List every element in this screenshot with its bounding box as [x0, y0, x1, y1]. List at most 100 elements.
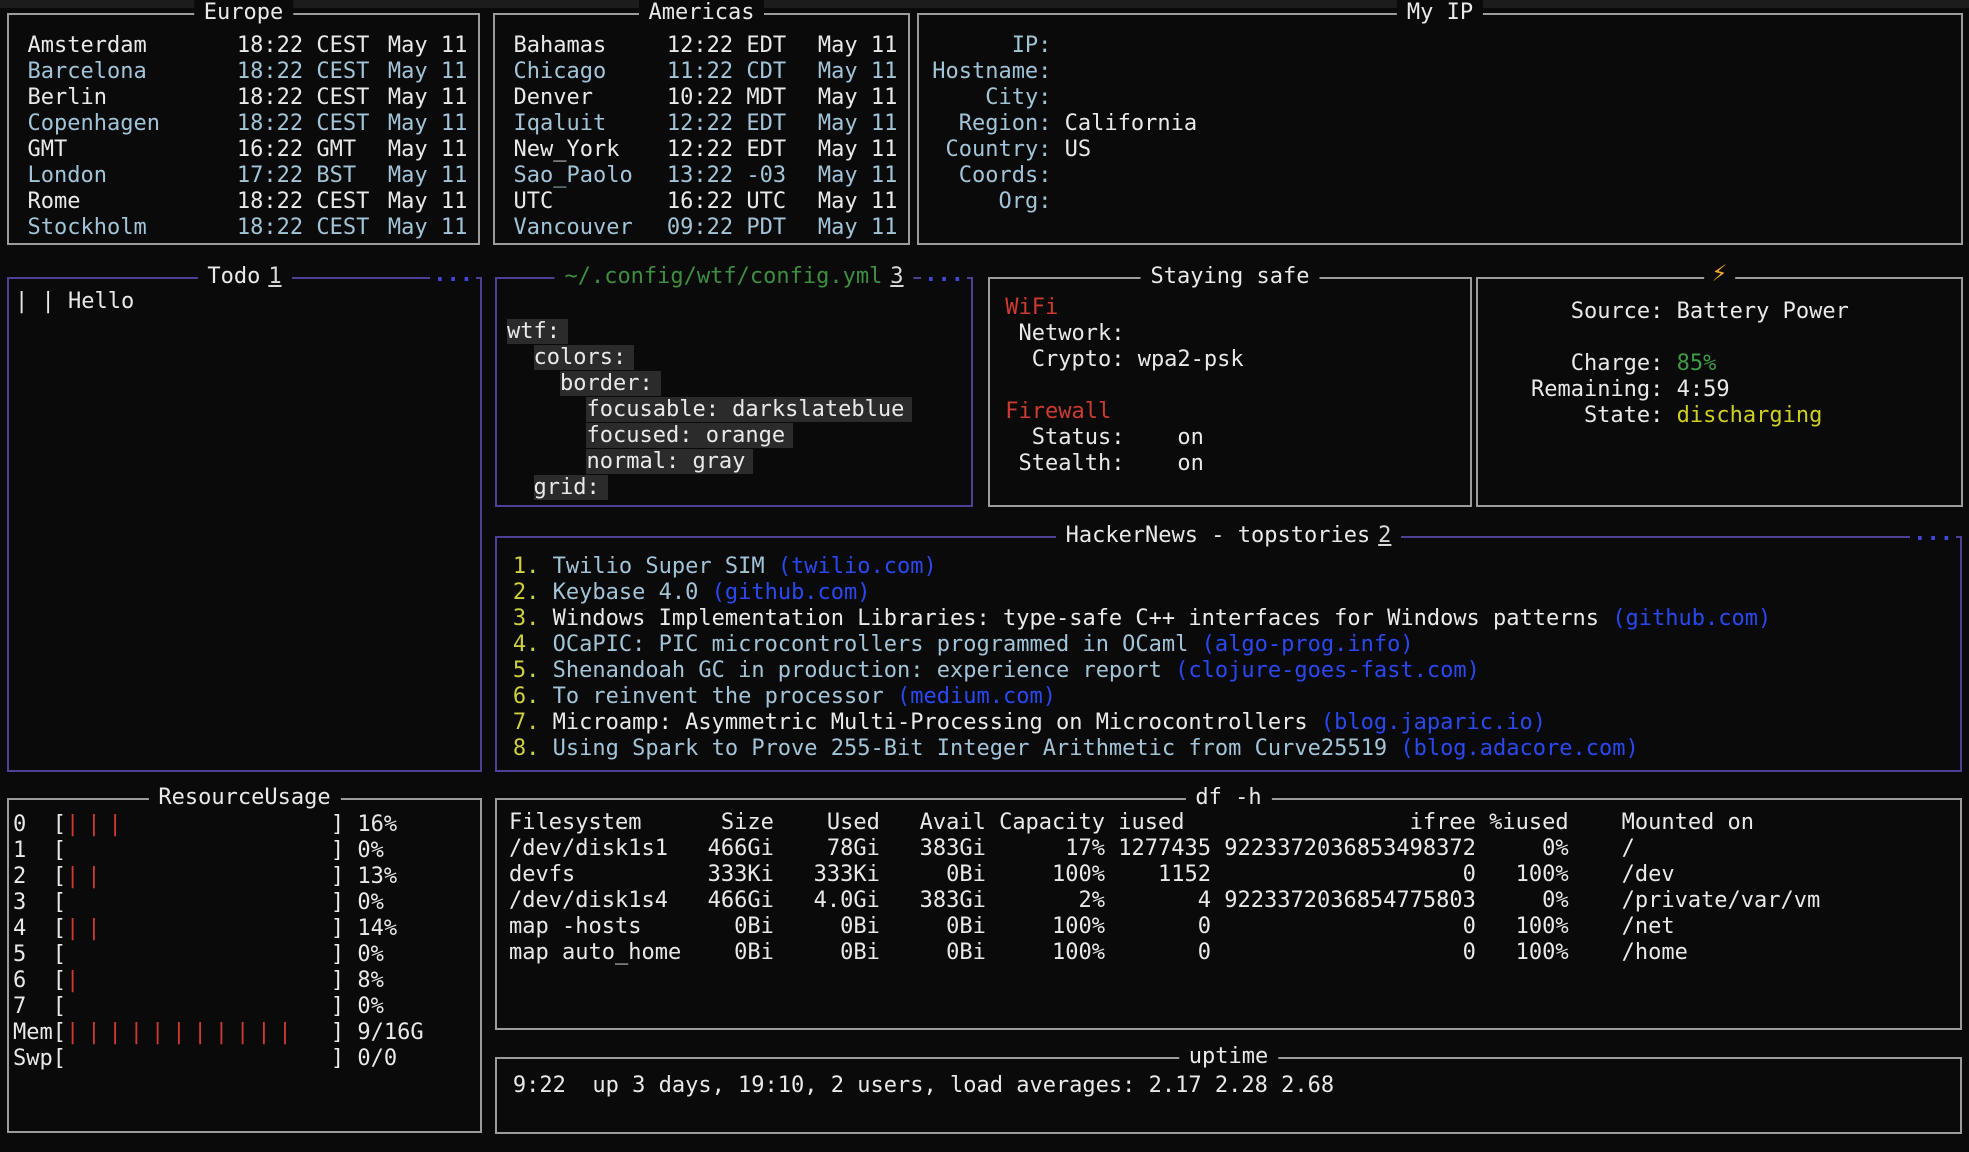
security-line: Crypto: wpa2-psk: [992, 347, 1470, 373]
clock-city: Sao_Paolo: [495, 163, 667, 189]
story-domain-link[interactable]: (twilio.com): [778, 554, 937, 579]
config-file-panel[interactable]: ~/.config/wtf/config.yml3 ... wtf: color…: [495, 277, 973, 507]
my-ip-field-label: Org:: [919, 189, 1051, 215]
todo-panel[interactable]: Todo1 ... | | Hello: [7, 277, 482, 772]
hackernews-story[interactable]: 7. Microamp: Asymmetric Multi-Processing…: [497, 710, 1960, 736]
story-domain-link[interactable]: (medium.com): [897, 684, 1056, 709]
story-domain-link[interactable]: (blog.japaric.io): [1321, 710, 1546, 735]
clock-date: May 11: [818, 111, 900, 137]
clock-row: Barcelona 18:22 CEST May 11: [9, 59, 478, 85]
clock-timezone: CEST: [316, 59, 372, 85]
clock-timezone: GMT: [316, 137, 372, 163]
disk-usage-panel: df -h Filesystem Size Used Avail Capacit…: [495, 798, 1962, 1030]
story-title: OCaPIC: PIC microcontrollers programmed …: [553, 632, 1202, 657]
panel-title-hackernews: HackerNews - topstories2: [1056, 523, 1402, 549]
story-domain-link[interactable]: (clojure-goes-fast.com): [1175, 658, 1480, 683]
battery-row: Source: Battery Power: [1478, 299, 1961, 325]
config-indent: [507, 449, 586, 474]
gauge-label: 7: [13, 994, 53, 1020]
panel-title-europe: Europe: [194, 0, 293, 26]
disk-usage-line: map -hosts 0Bi 0Bi 0Bi 100% 0 0 100% /ne…: [509, 914, 1960, 940]
clock-row: Vancouver 09:22 PDT May 11: [495, 215, 908, 241]
gauge-bracket-open: [: [53, 812, 66, 838]
story-domain-link[interactable]: (github.com): [1612, 606, 1771, 631]
story-domain-link[interactable]: (github.com): [712, 580, 871, 605]
config-line: border:: [507, 371, 971, 397]
gauge-label: 1: [13, 838, 53, 864]
gauge-bracket-close: ]: [331, 812, 344, 838]
uptime-panel: uptime 9:22 up 3 days, 19:10, 2 users, l…: [495, 1057, 1962, 1134]
gauge-label: Mem: [13, 1020, 53, 1046]
clock-row: Berlin 18:22 CEST May 11: [9, 85, 478, 111]
config-indent: [507, 371, 560, 396]
my-ip-row: IP:: [919, 33, 1961, 59]
my-ip-field-label: Region:: [919, 111, 1051, 137]
battery-field-label: State:: [1478, 403, 1663, 429]
my-ip-field-list: IP: Hostname: City: Region: California C…: [919, 15, 1961, 215]
gauge-label: 3: [13, 890, 53, 916]
gauge-bar: [66, 890, 331, 916]
focus-key-badge: 2: [1378, 523, 1391, 548]
europe-clocks-panel: Europe Amsterdam 18:22 CEST May 11 Barce…: [7, 13, 480, 245]
gauge-value: 14%: [357, 916, 397, 942]
clock-date: May 11: [388, 59, 470, 85]
gauge-bracket-open: [: [53, 838, 66, 864]
clock-time: 09:22: [667, 215, 733, 241]
clock-date: May 11: [388, 33, 470, 59]
focus-key-badge: 1: [268, 264, 281, 289]
gauge-bar: [66, 942, 331, 968]
story-domain-link[interactable]: (blog.adacore.com): [1400, 736, 1638, 761]
panel-title-config: ~/.config/wtf/config.yml3: [554, 264, 913, 290]
battery-row: State: discharging: [1478, 403, 1961, 429]
clock-date: May 11: [818, 59, 900, 85]
clock-time: 12:22: [667, 137, 733, 163]
hackernews-story[interactable]: 4. OCaPIC: PIC microcontrollers programm…: [497, 632, 1960, 658]
panel-title-df: df -h: [1185, 785, 1271, 811]
clock-time: 13:22: [667, 163, 733, 189]
hackernews-story[interactable]: 1. Twilio Super SIM (twilio.com): [497, 554, 1960, 580]
disk-usage-lines: Filesystem Size Used Avail Capacity iuse…: [497, 800, 1960, 966]
disk-usage-line: devfs 333Ki 333Ki 0Bi 100% 1152 0 100% /…: [509, 862, 1960, 888]
clock-date: May 11: [388, 111, 470, 137]
hackernews-panel[interactable]: HackerNews - topstories2 ... 1. Twilio S…: [495, 536, 1962, 772]
story-title: Windows Implementation Libraries: type-s…: [553, 606, 1613, 631]
clock-city: UTC: [495, 189, 667, 215]
story-domain-link[interactable]: (algo-prog.info): [1202, 632, 1414, 657]
battery-panel: ⚡ Source: Battery Power Charge: 85% Rema…: [1476, 277, 1963, 507]
security-line: Stealth: on: [992, 451, 1470, 477]
more-indicator: ...: [1910, 521, 1956, 547]
my-ip-field-label: IP:: [919, 33, 1051, 59]
story-title: Microamp: Asymmetric Multi-Processing on…: [553, 710, 1321, 735]
clock-timezone: PDT: [746, 215, 802, 241]
todo-item[interactable]: | | Hello: [15, 289, 474, 315]
clock-timezone: EDT: [746, 137, 802, 163]
gauge-bracket-close: ]: [331, 1020, 344, 1046]
hackernews-story[interactable]: 3. Windows Implementation Libraries: typ…: [497, 606, 1960, 632]
hackernews-story[interactable]: 6. To reinvent the processor (medium.com…: [497, 684, 1960, 710]
gauge-value: 0%: [357, 838, 384, 864]
gauge-bracket-open: [: [53, 864, 66, 890]
hackernews-story[interactable]: 8. Using Spark to Prove 255-Bit Integer …: [497, 736, 1960, 762]
clock-time: 16:22: [667, 189, 733, 215]
resource-gauge-row: 1[]0%: [13, 838, 480, 864]
clock-date: May 11: [388, 85, 470, 111]
hackernews-story[interactable]: 5. Shenandoah GC in production: experien…: [497, 658, 1960, 684]
gauge-bar: [66, 1046, 331, 1072]
panel-title-security: Staying safe: [1141, 264, 1320, 290]
clock-date: May 11: [388, 189, 470, 215]
gauge-value: 0/0: [357, 1046, 397, 1072]
my-ip-field-label: Hostname:: [919, 59, 1051, 85]
my-ip-row: Org:: [919, 189, 1961, 215]
panel-title-uptime: uptime: [1179, 1044, 1278, 1070]
more-indicator: ...: [921, 262, 967, 288]
clock-timezone: CEST: [316, 215, 372, 241]
todo-title-text: Todo: [207, 264, 260, 289]
clock-row: Amsterdam 18:22 CEST May 11: [9, 33, 478, 59]
hackernews-story[interactable]: 2. Keybase 4.0 (github.com): [497, 580, 1960, 606]
battery-field-value: 85%: [1677, 351, 1717, 377]
clock-row: Chicago 11:22 CDT May 11: [495, 59, 908, 85]
clock-row: Sao_Paolo 13:22 -03 May 11: [495, 163, 908, 189]
gauge-bar: ||: [66, 916, 331, 942]
clock-row: London 17:22 BST May 11: [9, 163, 478, 189]
resource-gauge-row: 7[]0%: [13, 994, 480, 1020]
